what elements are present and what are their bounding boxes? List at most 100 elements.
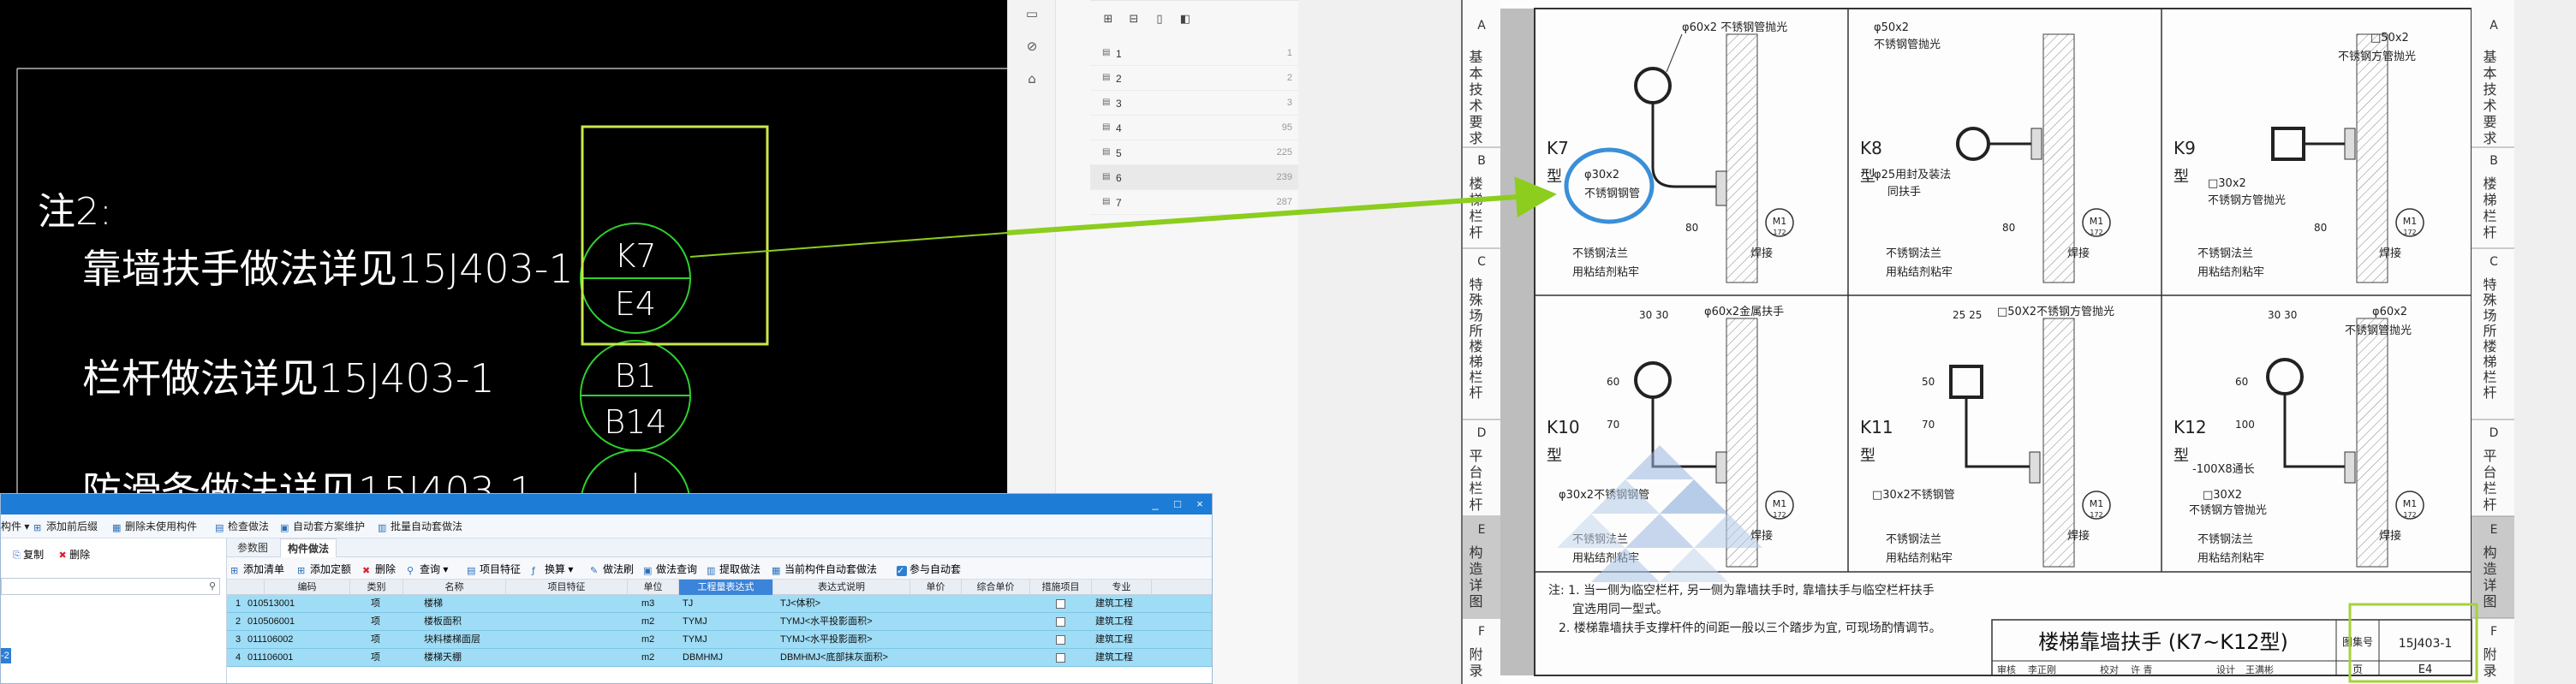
toolbar-label: 自动套方案维护 [293, 520, 366, 532]
brush-icon: ✎ [590, 565, 599, 576]
grid-col-kind[interactable]: 类别 [350, 580, 403, 595]
row-major: 建筑工程 [1095, 652, 1133, 663]
method-query-button[interactable]: ▣ 做法查询 [643, 562, 697, 577]
row-unit: m2 [641, 652, 655, 663]
minimize-button[interactable]: _ [1145, 496, 1166, 513]
check-icon: ▤ [215, 522, 224, 533]
delete-icon: ✖ [362, 565, 371, 576]
row-kind: 项 [371, 598, 380, 609]
copy-button[interactable]: ⎘ 复制 [13, 549, 44, 561]
row-index: 3 [236, 634, 242, 645]
row-kind: 项 [371, 652, 380, 663]
auto-apply-current-button[interactable]: ▦ 当前构件自动套做法 [772, 562, 877, 577]
toolbar-label: 提取做法 [719, 563, 761, 575]
row-description: TYMJ<水平投影面积> [780, 634, 873, 645]
grid-col-expression[interactable]: 工程量表达式 [679, 580, 773, 595]
toolbar-label: 添加前后缀 [46, 520, 98, 532]
tree-node-selected[interactable]: -2 [1, 648, 11, 663]
auto-apply-icon: ▦ [772, 565, 781, 576]
row-name: 楼梯天棚 [424, 652, 462, 663]
grid-col-price[interactable]: 单价 [910, 580, 962, 595]
method-brush-button[interactable]: ✎ 做法刷 [590, 562, 634, 577]
grid-col-measure[interactable]: 措施项目 [1030, 580, 1092, 595]
delete-button[interactable]: ✖ 删除 [59, 549, 91, 561]
check-method-button[interactable]: ▤ 检查做法 [215, 520, 269, 534]
query-icon: ⚲ [407, 565, 414, 576]
table-row[interactable]: 2 010506001 项 楼板面积 m2 TYMJ TYMJ<水平投影面积> … [227, 613, 1212, 631]
participate-auto-checkbox[interactable]: ✓ 参与自动套 [897, 562, 961, 577]
row-unit: m2 [641, 616, 655, 627]
fx-icon: ƒ [532, 565, 535, 576]
batch-icon: ▥ [378, 522, 387, 533]
table-row[interactable]: 4 011106001 项 楼梯天棚 m2 DBMHMJ DBMHMJ<底部抹灰… [227, 649, 1212, 667]
grid-col-major[interactable]: 专业 [1092, 580, 1152, 595]
row-description: DBMHMJ<底部抹灰面积> [780, 652, 888, 663]
tree-search-input[interactable]: ⚲ [1, 578, 220, 595]
toolbar-label: 参与自动套 [909, 563, 962, 575]
extract-method-button[interactable]: ▥ 提取做法 [707, 562, 760, 577]
row-expression: TYMJ [683, 616, 707, 627]
add-prefix-suffix-button[interactable]: ⊞ 添加前后缀 [33, 520, 98, 534]
copy-label: 复制 [23, 549, 45, 561]
table-row[interactable]: 3 011106002 项 块料楼梯面层 m2 TYMJ TYMJ<水平投影面积… [227, 631, 1212, 649]
delete-unused-button[interactable]: ▦ 删除未使用构件 [112, 520, 197, 534]
maximize-button[interactable]: □ [1167, 496, 1188, 513]
row-unit: m3 [641, 598, 655, 609]
measure-checkbox[interactable] [1056, 617, 1065, 627]
row-kind: 项 [371, 616, 380, 627]
grid-col-unit[interactable]: 单位 [628, 580, 679, 595]
grid-col-unit-price[interactable]: 综合单价 [962, 580, 1030, 595]
checkbox-checked-icon: ✓ [897, 566, 907, 576]
toolbar-label: 构件 ▾ [1, 520, 30, 532]
component-dropdown[interactable]: 构件 ▾ [1, 520, 29, 534]
copy-icon: ⎘ [13, 550, 21, 561]
convert-dropdown[interactable]: ƒ 换算 ▾ [532, 562, 573, 577]
toolbar-label: 做法查询 [656, 563, 698, 575]
row-name: 楼板面积 [424, 616, 462, 627]
toolbar-label: 删除未使用构件 [125, 520, 198, 532]
measure-checkbox[interactable] [1056, 653, 1065, 663]
row-major: 建筑工程 [1095, 616, 1133, 627]
row-unit: m2 [641, 634, 655, 645]
grid-col-description[interactable]: 表达式说明 [773, 580, 910, 595]
query-dropdown[interactable]: ⚲ 查询 ▾ [407, 562, 448, 577]
measure-checkbox[interactable] [1056, 635, 1065, 645]
batch-auto-button[interactable]: ▥ 批量自动套做法 [378, 520, 462, 534]
toolbar-label: 添加清单 [243, 563, 285, 575]
tab-parameter-diagram[interactable]: 参数图 [230, 538, 275, 557]
row-description: TJ<体积> [780, 598, 821, 609]
measure-checkbox[interactable] [1056, 599, 1065, 609]
toolbar-label: 检查做法 [228, 520, 270, 532]
row-code: 010513001 [247, 598, 295, 609]
grid-col-code[interactable]: 编码 [265, 580, 350, 595]
method-grid: 编码 类别 名称 项目特征 单位 工程量表达式 表达式说明 单价 综合单价 措施… [227, 580, 1212, 683]
grid-col-name[interactable]: 名称 [403, 580, 506, 595]
add-list-icon: ⊞ [230, 565, 239, 576]
toolbar-label: 当前构件自动套做法 [784, 563, 878, 575]
screen: 注2: 靠墙扶手做法详见15J403-1 栏杆做法详见15J403-1 防滑条做… [0, 0, 2576, 684]
item-feature-button[interactable]: ▤ 项目特征 [467, 562, 521, 577]
close-button[interactable]: × [1190, 496, 1210, 513]
toolbar-label: 项目特征 [480, 563, 522, 575]
row-code: 010506001 [247, 616, 295, 627]
toolbar-label: 做法刷 [603, 563, 635, 575]
table-row[interactable]: 1 010513001 项 楼梯 m3 TJ TJ<体积> 建筑工程 [227, 595, 1212, 613]
add-icon: ⊞ [33, 522, 42, 533]
grid-col-index [227, 580, 265, 595]
table-icon: ▦ [112, 522, 122, 533]
auto-scheme-button[interactable]: ▣ 自动套方案维护 [280, 520, 365, 534]
grid-header: 编码 类别 名称 项目特征 单位 工程量表达式 表达式说明 单价 综合单价 措施… [227, 580, 1212, 595]
toolbar-label: 换算 ▾ [545, 563, 574, 575]
add-list-button[interactable]: ⊞ 添加清单 [230, 562, 284, 577]
window-title-bar[interactable]: _ □ × [1, 494, 1212, 514]
feature-icon: ▤ [467, 565, 476, 576]
tab-component-method[interactable]: 构件做法 [280, 538, 337, 557]
delete-icon: ✖ [58, 550, 67, 561]
add-quota-icon: ⊞ [297, 565, 306, 576]
method-query-icon: ▣ [643, 565, 653, 576]
grid-col-feature[interactable]: 项目特征 [506, 580, 628, 595]
add-quota-button[interactable]: ⊞ 添加定额 [297, 562, 351, 577]
row-major: 建筑工程 [1095, 634, 1133, 645]
delete-row-button[interactable]: ✖ 删除 [362, 562, 396, 577]
row-major: 建筑工程 [1095, 598, 1133, 609]
